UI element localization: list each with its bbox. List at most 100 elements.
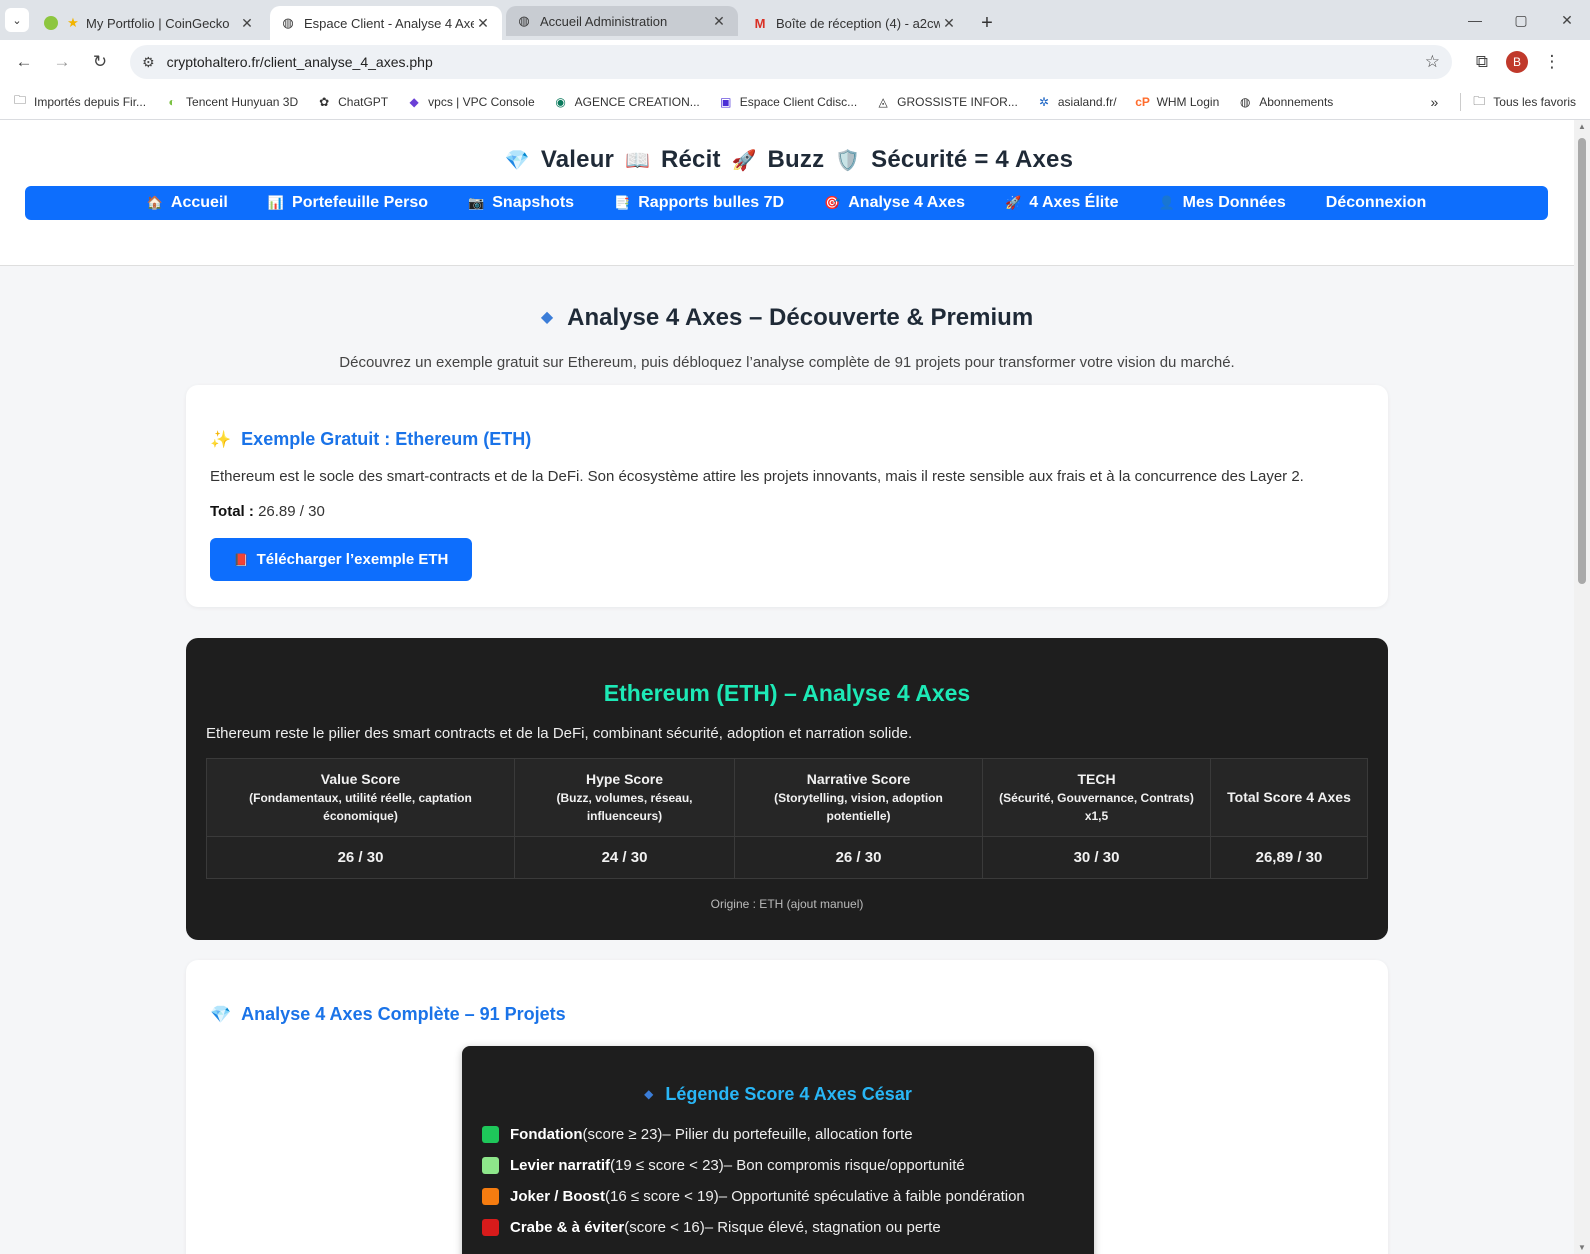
folder-icon: 🗀	[13, 93, 26, 107]
maximize-icon[interactable]: ▢	[1498, 0, 1544, 40]
reload-icon[interactable]: ↻	[82, 44, 118, 80]
column-header: Value Score (Fondamentaux, utilité réelle…	[206, 758, 515, 837]
bookmark-item[interactable]: ◆ vpcs | VPC Console	[406, 94, 535, 110]
free-example-description: Ethereum est le socle des smart-contract…	[210, 468, 1304, 485]
home-icon: 🏠	[146, 195, 163, 210]
main-nav: 🏠 Accueil 📊 Portefeuille Perso 📷 Snapshots …	[25, 186, 1548, 220]
free-example-total: Total : 26.89 / 30	[210, 503, 325, 520]
legend-swatch	[482, 1219, 499, 1236]
scroll-up-icon[interactable]: ▲	[1574, 122, 1590, 131]
chatgpt-icon: ✿	[319, 94, 330, 109]
globe-icon: ◍	[1240, 94, 1251, 109]
close-icon[interactable]: ✕	[710, 13, 728, 30]
sparkles-icon: ✨	[210, 429, 232, 449]
address-bar[interactable]: ⚙ cryptohaltero.fr/client_analyse_4_axes…	[130, 45, 1452, 79]
bookmark-item[interactable]: ◐ Tencent Hunyuan 3D	[164, 94, 298, 110]
legend-item: Joker / Boost (16 ≤ score < 19) – Opportu…	[482, 1181, 1074, 1212]
minimize-icon[interactable]: —	[1452, 0, 1498, 40]
hunyuan-icon: ◐	[168, 94, 176, 109]
full-analysis-card: 💎 Analyse 4 Axes Complète – 91 Projets ◆…	[186, 960, 1388, 1254]
value-score-cell: 26 / 30	[206, 836, 515, 879]
page-viewport: 💎 Valeur 📖 Récit 🚀 Buzz 🛡️ Sécurité = 4 …	[0, 120, 1574, 1254]
nav-portefeuille-perso[interactable]: 📊 Portefeuille Perso	[268, 194, 428, 212]
free-example-card: ✨ Exemple Gratuit : Ethereum (ETH) Ether…	[186, 385, 1388, 607]
more-bookmarks-icon[interactable]: »	[1431, 94, 1439, 110]
hype-score-cell: 24 / 30	[514, 836, 735, 879]
chart-icon: 📊	[267, 195, 285, 210]
globe-icon: ◍	[518, 13, 530, 28]
bookmark-item[interactable]: ◍ Abonnements	[1237, 94, 1333, 110]
grossiste-icon: ◬	[878, 94, 888, 109]
bookmark-item[interactable]: ◬ GROSSISTE INFOR...	[875, 94, 1018, 110]
page-scrollbar[interactable]: ▲ ▼	[1574, 120, 1590, 1254]
forward-icon[interactable]: →	[44, 44, 80, 80]
legend-item: Crabe & à éviter (score < 16) – Risque él…	[482, 1212, 1074, 1243]
tab-search-button[interactable]: ⌄	[0, 0, 34, 40]
all-bookmarks[interactable]: 🗀 Tous les favoris	[1471, 94, 1576, 110]
camera-icon: 📷	[468, 195, 485, 210]
star-icon: ★	[67, 15, 79, 30]
close-icon[interactable]: ✕	[940, 15, 958, 32]
bookmark-item[interactable]: cP WHM Login	[1135, 94, 1219, 110]
nav-4-axes-elite[interactable]: 🚀 4 Axes Élite	[1005, 194, 1118, 212]
close-window-icon[interactable]: ✕	[1544, 0, 1590, 40]
legend-item: Fondation (score ≥ 23) – Pilier du portef…	[482, 1119, 1074, 1150]
column-header: Total Score 4 Axes	[1210, 758, 1368, 837]
scroll-down-icon[interactable]: ▼	[1574, 1243, 1590, 1252]
browser-tab-active[interactable]: ◍ Espace Client - Analyse 4 Axes ✕	[270, 6, 502, 40]
tab-title: My Portfolio | CoinGecko	[86, 15, 230, 31]
scrollbar-thumb[interactable]	[1578, 138, 1586, 584]
more-menu-icon[interactable]: ⋮	[1536, 52, 1568, 72]
legend-swatch	[482, 1157, 499, 1174]
browser-tab[interactable]: ★ My Portfolio | CoinGecko ✕	[34, 6, 266, 40]
rocket-icon: 🚀	[731, 150, 757, 172]
site-settings-icon[interactable]: ⚙	[142, 54, 155, 71]
download-eth-button[interactable]: 📕 Télécharger l’exemple ETH	[210, 538, 472, 581]
browser-toolbar: ← → ↻ ⚙ cryptohaltero.fr/client_analyse_…	[0, 40, 1590, 84]
legend-title: ◆ Légende Score 4 Axes César	[644, 1084, 912, 1104]
vpcs-icon: ◆	[409, 94, 419, 109]
bookmark-item[interactable]: ▣ Espace Client Cdisc...	[718, 94, 857, 110]
diamond-icon: 💎	[504, 150, 530, 172]
bookmark-star-icon[interactable]: ☆	[1425, 52, 1440, 72]
score-table: Value Score (Fondamentaux, utilité réelle…	[206, 758, 1368, 879]
profile-avatar[interactable]: B	[1506, 51, 1528, 73]
bookmark-item[interactable]: ✿ ChatGPT	[316, 94, 388, 110]
close-icon[interactable]: ✕	[238, 15, 256, 32]
browser-tab[interactable]: ◍ Accueil Administration ✕	[506, 6, 738, 36]
shield-icon: 🛡️	[835, 150, 861, 172]
free-example-title: ✨ Exemple Gratuit : Ethereum (ETH)	[210, 429, 532, 449]
extensions-icon[interactable]: ⧉	[1466, 52, 1498, 72]
cdiscount-icon: ▣	[720, 94, 732, 109]
full-analysis-title: 💎 Analyse 4 Axes Complète – 91 Projets	[210, 1004, 566, 1024]
nav-mes-donnees[interactable]: 👤 Mes Données	[1158, 194, 1285, 212]
nav-deconnexion[interactable]: Déconnexion	[1326, 194, 1426, 212]
rocket-icon: 🚀	[1005, 195, 1022, 210]
cpanel-icon: cP	[1135, 94, 1150, 109]
bookmarks-bar: 🗀 Importés depuis Fir... ◐ Tencent Hunyuan…	[0, 84, 1590, 120]
user-icon: 👤	[1158, 195, 1175, 210]
diamond-bullet-icon: ◆	[540, 309, 554, 326]
narrative-score-cell: 26 / 30	[734, 836, 983, 879]
bookmark-item[interactable]: ◉ AGENCE CREATION...	[553, 94, 699, 110]
diamond-icon: 💎	[210, 1004, 232, 1024]
new-tab-button[interactable]: +	[972, 6, 1002, 40]
table-row: 26 / 30 24 / 30 26 / 30 30 / 30 26,89 / …	[206, 836, 1368, 879]
globe-icon: ◍	[282, 15, 294, 30]
url-text: cryptohaltero.fr/client_analyse_4_axes.p…	[166, 54, 433, 70]
bookmark-item[interactable]: 🗀 Importés depuis Fir...	[12, 93, 146, 110]
column-header: Narrative Score (Storytelling, vision, ad…	[734, 758, 983, 837]
nav-rapports-bulles[interactable]: 📑 Rapports bulles 7D	[614, 194, 784, 212]
column-header: TECH (Sécurité, Gouvernance, Contrats) x1…	[982, 758, 1211, 837]
close-icon[interactable]: ✕	[474, 15, 492, 32]
diamond-bullet-icon: ◆	[644, 1087, 654, 1101]
back-icon[interactable]: ←	[6, 44, 42, 80]
nav-accueil[interactable]: 🏠 Accueil	[147, 194, 228, 212]
nav-snapshots[interactable]: 📷 Snapshots	[468, 194, 574, 212]
site-header: 💎 Valeur 📖 Récit 🚀 Buzz 🛡️ Sécurité = 4 …	[0, 120, 1574, 266]
bookmark-item[interactable]: ✲ asialand.fr/	[1036, 94, 1117, 110]
nav-analyse-4-axes[interactable]: 🎯 Analyse 4 Axes	[824, 194, 965, 212]
chevron-down-icon: ⌄	[5, 8, 29, 32]
browser-tab[interactable]: M Boîte de réception (4) - a2cw77 ✕	[742, 6, 968, 40]
eth-analysis-title: Ethereum (ETH) – Analyse 4 Axes	[603, 680, 971, 706]
